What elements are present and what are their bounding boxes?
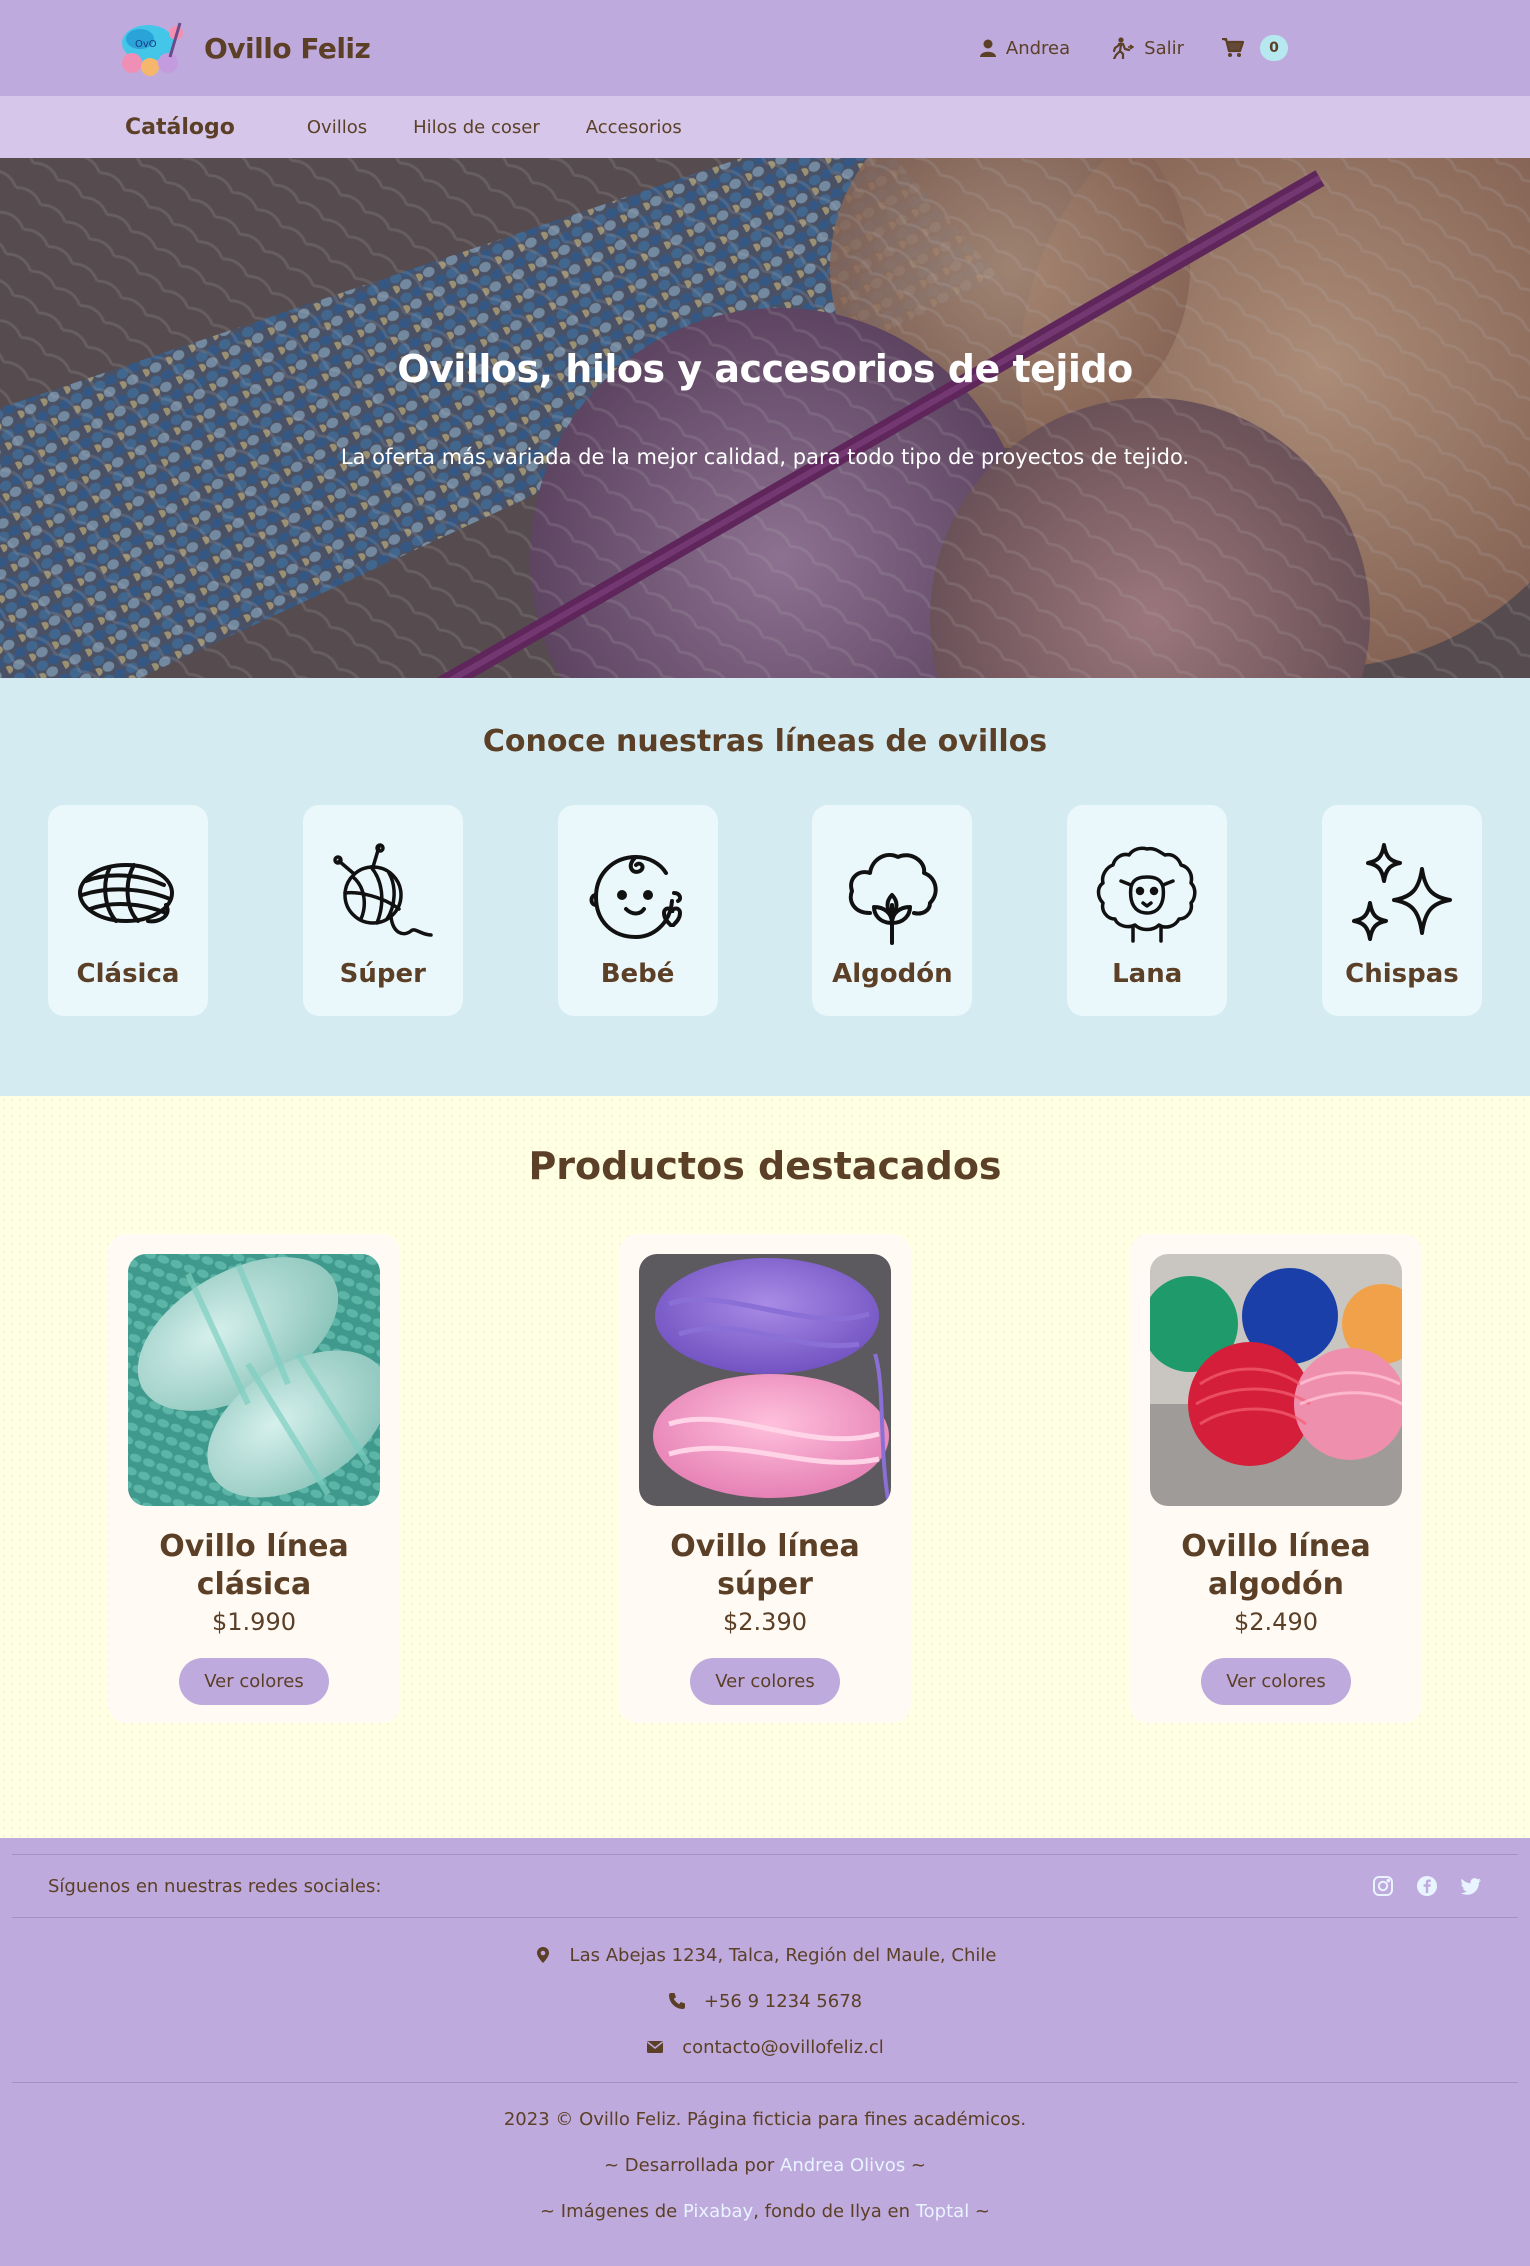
featured-products-section: Productos destacados Ovillo línea clásic… [0, 1096, 1530, 1838]
walking-person-icon [1113, 37, 1135, 59]
line-card-super[interactable]: Súper [302, 805, 463, 1016]
instagram-icon[interactable] [1372, 1875, 1394, 1897]
line-label-chispas: Chispas [1345, 959, 1459, 989]
line-label-bebe: Bebé [600, 959, 675, 989]
top-header: OvO Ovillo Feliz Andrea Salir 0 [0, 0, 1530, 96]
cart-count-badge: 0 [1260, 35, 1288, 61]
contact-email: contacto@ovillofeliz.cl [12, 2024, 1518, 2070]
product-image-clasica[interactable] [128, 1254, 380, 1506]
twitter-icon[interactable] [1460, 1875, 1482, 1897]
line-label-clasica: Clásica [76, 959, 180, 989]
product-price: $1.990 [212, 1608, 296, 1636]
yarn-lines-title: Conoce nuestras líneas de ovillos [482, 724, 1048, 759]
phone-icon [668, 1993, 685, 2009]
sheep-icon [1096, 846, 1197, 943]
line-card-lana[interactable]: Lana [1067, 805, 1228, 1016]
catalog-nav: Catálogo Ovillos Hilos de coser Accesori… [0, 96, 1530, 158]
svg-text:OvO: OvO [135, 39, 157, 50]
user-icon [979, 39, 996, 57]
contact-address: Las Abejas 1234, Talca, Región del Maule… [12, 1932, 1518, 1978]
product-image-algodon[interactable] [1150, 1254, 1402, 1506]
line-card-bebe[interactable]: Bebé [557, 805, 718, 1016]
line-label-lana: Lana [1112, 959, 1183, 989]
facebook-icon[interactable] [1416, 1875, 1438, 1897]
view-colors-button[interactable]: Ver colores [1201, 1658, 1351, 1705]
sparkles-icon [1351, 843, 1452, 941]
cart-button[interactable]: 0 [1222, 35, 1288, 61]
yarn-ball-icon [78, 863, 174, 924]
view-colors-button[interactable]: Ver colores [179, 1658, 329, 1705]
cart-icon [1222, 38, 1244, 57]
address-text: Las Abejas 1234, Talca, Región del Maule… [569, 1944, 997, 1966]
line-label-algodon: Algodón [832, 959, 953, 989]
developer-link[interactable]: Andrea Olivos [780, 2155, 905, 2176]
nav-link-accesorios[interactable]: Accesorios [586, 117, 682, 138]
hero-banner: Ovillos, hilos y accesorios de tejido La… [0, 158, 1530, 678]
envelope-icon [647, 2041, 664, 2053]
map-pin-icon [536, 1947, 549, 1963]
yarn-lines-section: Conoce nuestras líneas de ovillos Clásic… [0, 678, 1530, 1096]
product-name: Ovillo línea clásica [159, 1529, 349, 1602]
line-card-clasica[interactable]: Clásica [48, 805, 208, 1016]
phone-text: +56 9 1234 5678 [703, 1990, 863, 2012]
pixabay-link[interactable]: Pixabay [683, 2201, 753, 2222]
brand-name[interactable]: Ovillo Feliz [204, 32, 371, 65]
developer-credit: ~ Desarrollada por Andrea Olivos ~ [603, 2155, 927, 2176]
product-name: Ovillo línea algodón [1181, 1529, 1371, 1602]
hero-title: Ovillos, hilos y accesorios de tejido [397, 347, 1133, 391]
featured-title: Productos destacados [528, 1144, 1002, 1188]
user-name: Andrea [1005, 37, 1071, 59]
brand[interactable]: OvO Ovillo Feliz [118, 17, 371, 79]
product-card: Ovillo línea súper $2.390 Ver colores [619, 1234, 911, 1723]
hero-subtitle: La oferta más variada de la mejor calida… [340, 445, 1190, 469]
product-name: Ovillo línea súper [670, 1529, 860, 1602]
yarn-ball-needle-icon [333, 843, 433, 937]
nav-link-ovillos[interactable]: Ovillos [307, 117, 367, 138]
site-footer: Síguenos en nuestras redes sociales: Las… [0, 1838, 1530, 2266]
line-card-algodon[interactable]: Algodón [812, 805, 973, 1016]
social-label: Síguenos en nuestras redes sociales: [48, 1875, 382, 1897]
line-card-chispas[interactable]: Chispas [1321, 805, 1482, 1016]
image-credit: ~ Imágenes de Pixabay, fondo de Ilya en … [539, 2201, 991, 2222]
cotton-flower-icon [849, 853, 939, 945]
product-price: $2.390 [723, 1608, 807, 1636]
copyright-text: 2023 © Ovillo Feliz. Página ficticia par… [503, 2109, 1027, 2130]
contact-phone: +56 9 1234 5678 [12, 1978, 1518, 2024]
line-label-super: Súper [339, 959, 426, 989]
nav-catalog-title[interactable]: Catálogo [125, 115, 235, 140]
logout-label: Salir [1144, 37, 1184, 59]
product-image-super[interactable] [639, 1254, 891, 1506]
brand-logo[interactable]: OvO [118, 17, 190, 79]
product-card: Ovillo línea algodón $2.490 Ver colores [1130, 1234, 1422, 1723]
baby-face-icon [589, 854, 682, 940]
user-menu[interactable]: Andrea [979, 37, 1071, 59]
view-colors-button[interactable]: Ver colores [690, 1658, 840, 1705]
email-text: contacto@ovillofeliz.cl [682, 2036, 884, 2058]
nav-link-hilos[interactable]: Hilos de coser [413, 117, 540, 138]
logout-button[interactable]: Salir [1108, 37, 1184, 59]
toptal-link[interactable]: Toptal [916, 2201, 969, 2222]
product-card: Ovillo línea clásica $1.990 Ver colores [108, 1234, 400, 1723]
product-price: $2.490 [1234, 1608, 1318, 1636]
